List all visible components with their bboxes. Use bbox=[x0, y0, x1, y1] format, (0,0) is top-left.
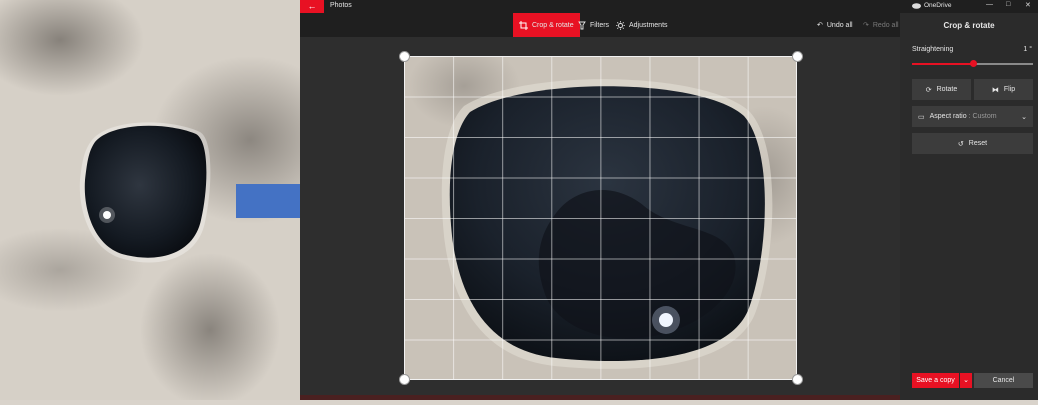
straightening-value: 1 ° bbox=[1023, 46, 1032, 53]
aspect-ratio-icon: ▭ bbox=[918, 113, 925, 121]
aspect-ratio-dropdown[interactable]: ▭ Aspect ratio : Custom ⌄ bbox=[912, 106, 1033, 127]
slider-fill bbox=[912, 63, 973, 65]
crop-area[interactable] bbox=[404, 56, 797, 380]
close-icon[interactable]: ✕ bbox=[1025, 1, 1031, 9]
app-title: Photos bbox=[330, 2, 352, 9]
straightening-label: Straightening bbox=[912, 46, 954, 53]
reset-label: Reset bbox=[968, 140, 988, 147]
crop-handle-top-right[interactable] bbox=[792, 51, 803, 62]
crop-icon bbox=[519, 20, 528, 30]
window-title: OneDrive bbox=[924, 2, 952, 9]
filmstrip-edge bbox=[300, 395, 900, 400]
onedrive-icon bbox=[912, 2, 921, 9]
straightening-slider[interactable] bbox=[912, 60, 1033, 67]
edit-toolbar: Crop & rotate Filters Adjustments ↶ Undo… bbox=[300, 13, 900, 37]
crop-handle-bottom-left[interactable] bbox=[399, 374, 410, 385]
maximize-icon[interactable]: □ bbox=[1006, 1, 1010, 8]
arrow-left-icon: ← bbox=[307, 1, 317, 11]
save-options-chevron[interactable]: ⌄ bbox=[960, 373, 972, 388]
window-title-bar: OneDrive — □ ✕ bbox=[900, 0, 1038, 13]
minimize-icon[interactable]: — bbox=[986, 1, 993, 8]
save-a-copy-button[interactable]: Save a copy bbox=[912, 373, 959, 388]
back-button[interactable]: ← bbox=[300, 0, 324, 13]
crop-border bbox=[404, 56, 797, 380]
tab-adjustments-label: Adjustments bbox=[629, 21, 668, 29]
aspect-ratio-value: Custom bbox=[972, 113, 997, 120]
panel-title: Crop & rotate bbox=[943, 21, 995, 30]
flip-label: Flip bbox=[1003, 86, 1016, 93]
tab-adjustments[interactable]: Adjustments bbox=[616, 13, 668, 37]
crop-handle-top-left[interactable] bbox=[399, 51, 410, 62]
aspect-ratio-label: Aspect ratio bbox=[929, 113, 967, 120]
reset-icon: ↺ bbox=[957, 140, 964, 148]
source-photo bbox=[0, 0, 363, 400]
redo-icon: ↷ bbox=[863, 22, 869, 29]
slider-thumb[interactable] bbox=[969, 60, 977, 67]
tab-crop-rotate-label: Crop & rotate bbox=[532, 21, 574, 29]
sun-icon bbox=[616, 20, 625, 30]
undo-all-label: Undo all bbox=[826, 21, 853, 29]
undo-all-button[interactable]: ↶ Undo all bbox=[817, 13, 853, 37]
rotate-button[interactable]: ⟳ Rotate bbox=[912, 79, 971, 100]
rotate-label: Rotate bbox=[936, 86, 958, 93]
cancel-button[interactable]: Cancel bbox=[974, 373, 1033, 388]
undo-icon: ↶ bbox=[817, 22, 823, 29]
photos-app-window: ← Photos Crop & rotate Filters Adjustmen… bbox=[300, 0, 900, 400]
chevron-down-icon: ⌄ bbox=[1021, 113, 1027, 121]
tab-crop-rotate[interactable]: Crop & rotate bbox=[513, 13, 580, 37]
crop-rotate-panel: OneDrive — □ ✕ Crop & rotate Straighteni… bbox=[900, 0, 1038, 400]
tab-filters-label: Filters bbox=[590, 21, 610, 29]
tab-filters[interactable]: Filters bbox=[578, 13, 609, 37]
redo-all-button[interactable]: ↷ Redo all bbox=[863, 13, 899, 37]
rotate-icon: ⟳ bbox=[925, 86, 932, 94]
filters-icon bbox=[578, 21, 586, 29]
flip-button[interactable]: ⧓ Flip bbox=[974, 79, 1033, 100]
reset-button[interactable]: ↺ Reset bbox=[912, 133, 1033, 154]
crop-handle-bottom-right[interactable] bbox=[792, 374, 803, 385]
flip-icon: ⧓ bbox=[991, 86, 999, 94]
editing-canvas bbox=[300, 37, 900, 400]
title-bar: ← Photos bbox=[300, 0, 900, 13]
redo-all-label: Redo all bbox=[872, 21, 899, 29]
